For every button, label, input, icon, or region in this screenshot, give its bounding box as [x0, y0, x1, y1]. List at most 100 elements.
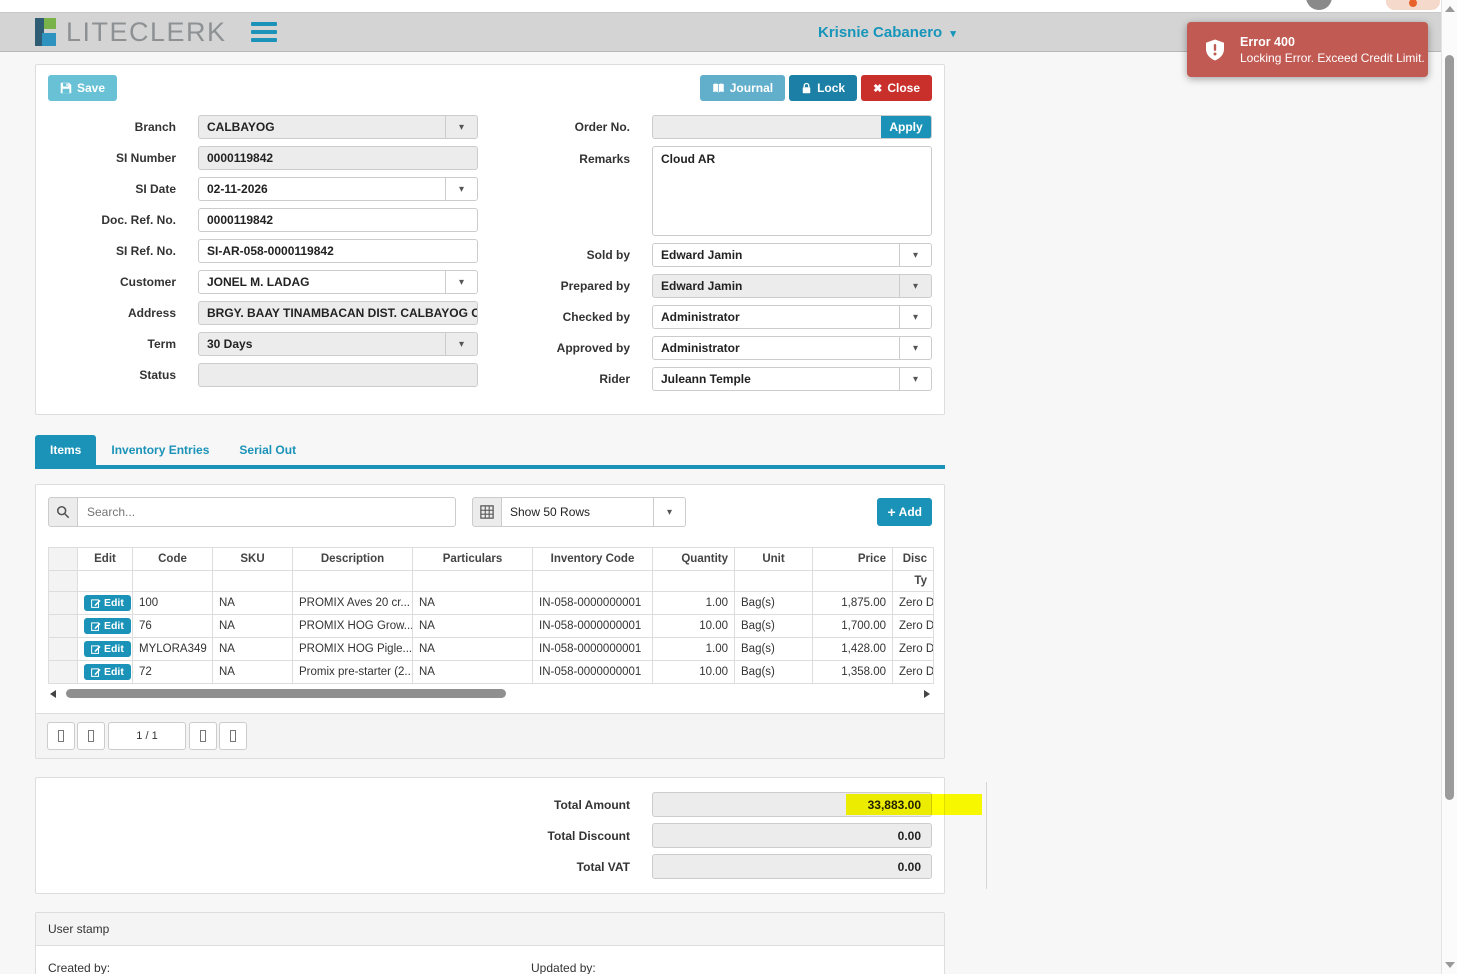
doc-ref-no-input[interactable]: 0000119842 — [198, 208, 478, 232]
term-select[interactable]: 30 Days ▾ — [198, 332, 478, 356]
col-inventory-code[interactable]: Inventory Code — [532, 547, 653, 571]
table-row[interactable]: Edit MYLORA349 NA PROMIX HOG Pigle... NA… — [48, 637, 934, 661]
chevron-down-icon[interactable]: ▾ — [899, 306, 931, 328]
si-ref-no-label: SI Ref. No. — [115, 244, 176, 258]
si-number-input[interactable]: 0000119842 — [198, 146, 478, 170]
edit-button[interactable]: Edit — [84, 641, 131, 657]
order-no-input[interactable]: Apply — [652, 115, 932, 139]
branch-select[interactable]: CALBAYOG ▾ — [198, 115, 478, 139]
error-toast[interactable]: Error 400 Locking Error. Exceed Credit L… — [1187, 22, 1428, 77]
chevron-down-icon[interactable]: ▾ — [899, 275, 931, 297]
si-ref-no-input[interactable]: SI-AR-058-0000119842 — [198, 239, 478, 263]
address-input[interactable]: BRGY. BAAY TINAMBACAN DIST. CALBAYOG CIT — [198, 301, 478, 325]
row-select-cell[interactable] — [48, 614, 78, 638]
menu-hamburger-icon[interactable] — [250, 18, 277, 46]
search-icon[interactable] — [48, 497, 78, 527]
field-si-ref-no: SI Ref. No. SI-AR-058-0000119842 — [48, 239, 490, 263]
scroll-left-icon[interactable] — [50, 690, 56, 698]
chevron-down-icon[interactable]: ▾ — [899, 244, 931, 266]
branch-label: Branch — [134, 120, 176, 134]
col-code[interactable]: Code — [132, 547, 213, 571]
checked-by-value: Administrator — [661, 310, 740, 324]
user-menu[interactable]: Krisnie Cabanero ▾ — [818, 13, 956, 53]
cell-sku: NA — [212, 637, 293, 661]
sold-by-label: Sold by — [586, 248, 630, 262]
col-quantity[interactable]: Quantity — [652, 547, 735, 571]
col-sku[interactable]: SKU — [212, 547, 293, 571]
row-select-cell[interactable] — [48, 637, 78, 661]
chevron-down-icon[interactable]: ▾ — [445, 271, 477, 293]
table-grid-icon[interactable] — [472, 497, 502, 527]
table-row[interactable]: Edit 100 NA PROMIX Aves 20 cr... NA IN-0… — [48, 591, 934, 615]
chevron-down-icon[interactable]: ▾ — [445, 178, 477, 200]
show-rows-select[interactable]: Show 50 Rows ▾ — [502, 497, 686, 527]
prev-page-button[interactable] — [77, 722, 105, 750]
vertical-scrollbar[interactable] — [1441, 0, 1457, 974]
checked-by-select[interactable]: Administrator ▾ — [652, 305, 932, 329]
first-page-button[interactable] — [47, 722, 75, 750]
field-si-number: SI Number 0000119842 — [48, 146, 490, 170]
edit-button[interactable]: Edit — [84, 618, 131, 634]
chevron-down-icon[interactable]: ▾ — [445, 116, 477, 138]
col-particulars[interactable]: Particulars — [412, 547, 533, 571]
customer-select[interactable]: JONEL M. LADAG ▾ — [198, 270, 478, 294]
browser-avatar[interactable] — [1306, 0, 1332, 10]
edit-button[interactable]: Edit — [84, 595, 131, 611]
lock-button[interactable]: Lock — [789, 75, 858, 101]
subheader-cell — [48, 570, 78, 592]
scroll-up-icon[interactable] — [1445, 6, 1455, 12]
order-no-value — [653, 116, 881, 138]
col-description[interactable]: Description — [292, 547, 413, 571]
total-amount-value: 33,883.00 — [867, 797, 921, 812]
cell-sku: NA — [212, 614, 293, 638]
approved-by-label: Approved by — [556, 341, 630, 355]
status-input[interactable] — [198, 363, 478, 387]
tab-serial-out[interactable]: Serial Out — [224, 435, 311, 465]
app-logo[interactable]: LITECLERK — [35, 17, 227, 48]
horizontal-scrollbar-thumb[interactable] — [66, 689, 506, 698]
add-button[interactable]: + Add — [877, 498, 932, 526]
cell-particulars: NA — [412, 591, 533, 615]
table-row[interactable]: Edit 72 NA Promix pre-starter (2... NA I… — [48, 660, 934, 684]
tab-inventory-entries[interactable]: Inventory Entries — [96, 435, 224, 465]
horizontal-scrollbar[interactable] — [48, 686, 932, 701]
last-page-icon — [230, 730, 236, 742]
cell-quantity: 10.00 — [652, 660, 735, 684]
user-stamp-panel: User stamp Created by: Updated by: — [35, 912, 945, 974]
user-stamp-body: Created by: Updated by: — [36, 946, 944, 974]
chevron-down-icon[interactable]: ▾ — [445, 333, 477, 355]
col-unit[interactable]: Unit — [734, 547, 813, 571]
tab-items[interactable]: Items — [35, 435, 97, 465]
save-button[interactable]: Save — [48, 75, 118, 101]
chevron-down-icon[interactable]: ▾ — [653, 498, 685, 526]
col-price[interactable]: Price — [812, 547, 893, 571]
remarks-textarea[interactable]: Cloud AR — [652, 146, 932, 236]
col-discount[interactable]: Disc — [892, 547, 934, 571]
tabs-row: Items Inventory Entries Serial Out — [35, 435, 945, 469]
search-input[interactable] — [78, 497, 456, 527]
row-select-cell[interactable] — [48, 591, 78, 615]
prepared-by-select[interactable]: Edward Jamin ▾ — [652, 274, 932, 298]
sold-by-select[interactable]: Edward Jamin ▾ — [652, 243, 932, 267]
row-select-cell[interactable] — [48, 660, 78, 684]
next-page-button[interactable] — [189, 722, 217, 750]
table-row[interactable]: Edit 76 NA PROMIX HOG Grow... NA IN-058-… — [48, 614, 934, 638]
si-date-select[interactable]: 02-11-2026 ▾ — [198, 177, 478, 201]
rider-select[interactable]: Juleann Temple ▾ — [652, 367, 932, 391]
journal-button[interactable]: Journal — [699, 75, 786, 101]
subheader-cell — [812, 570, 893, 592]
chevron-down-icon[interactable]: ▾ — [899, 337, 931, 359]
chevron-down-icon[interactable]: ▾ — [899, 368, 931, 390]
apply-button[interactable]: Apply — [881, 116, 931, 138]
close-button[interactable]: ✖ Close — [861, 75, 932, 101]
col-edit[interactable]: Edit — [77, 547, 133, 571]
edit-button[interactable]: Edit — [84, 664, 131, 680]
vertical-scrollbar-thumb[interactable] — [1445, 55, 1454, 800]
browser-extension-pill[interactable] — [1386, 0, 1440, 10]
total-vat-field: 0.00 — [652, 854, 932, 879]
last-page-button[interactable] — [219, 722, 247, 750]
cell-particulars: NA — [412, 660, 533, 684]
scroll-right-icon[interactable] — [924, 690, 930, 698]
approved-by-select[interactable]: Administrator ▾ — [652, 336, 932, 360]
scroll-down-icon[interactable] — [1445, 962, 1455, 968]
